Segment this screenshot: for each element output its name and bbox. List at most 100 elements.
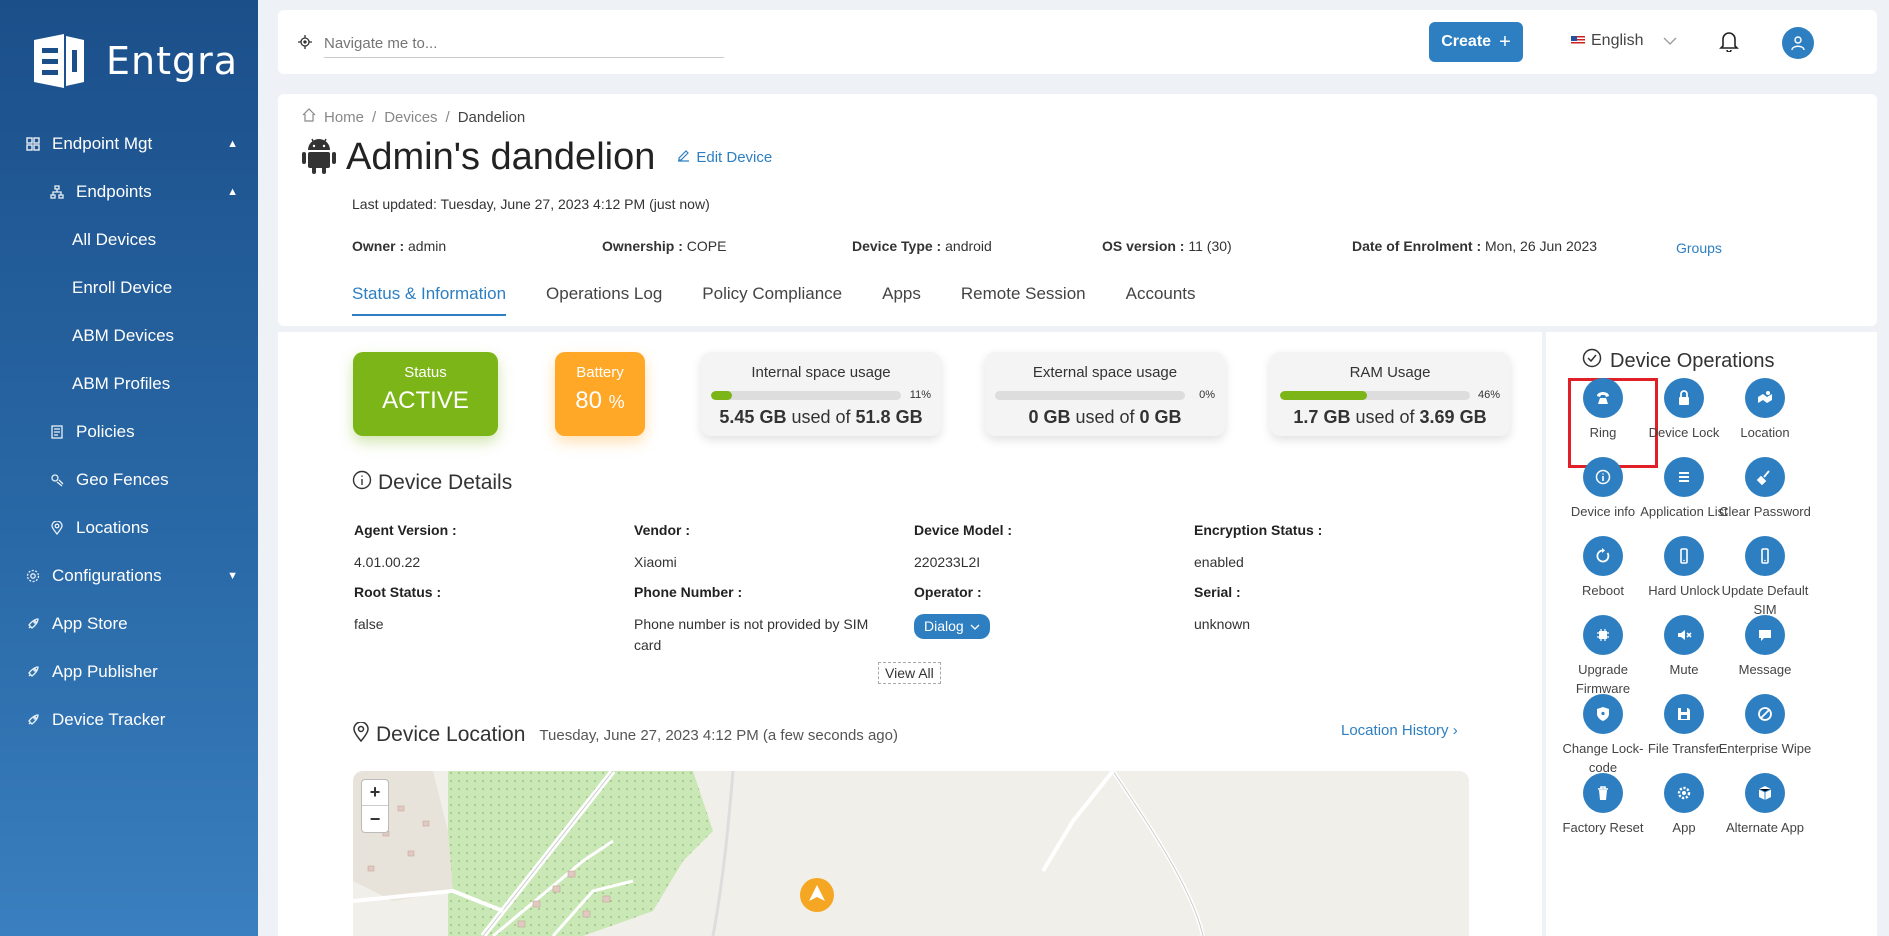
device-type-value: android — [945, 238, 992, 254]
edit-device-link[interactable]: Edit Device — [677, 149, 772, 166]
used-of-text: used of — [1355, 407, 1415, 427]
external-usage-card: External space usage 0% 0 GB used of 0 G… — [985, 352, 1225, 436]
gear-icon — [1664, 773, 1704, 813]
sidebar-item-endpoint-mgt[interactable]: Endpoint Mgt ▲ — [0, 120, 258, 168]
user-avatar-icon[interactable] — [1782, 27, 1814, 59]
sidebar-item-label: ABM Devices — [72, 326, 175, 345]
location-pin-icon — [48, 519, 66, 537]
edit-device-label: Edit Device — [696, 149, 773, 166]
list-icon — [1664, 457, 1704, 497]
view-all-button[interactable]: View All — [878, 662, 941, 684]
sidebar-item-configurations[interactable]: Configurations ▼ — [0, 552, 258, 600]
sidebar-nav: Endpoint Mgt ▲ Endpoints ▲ All Devices E… — [0, 120, 258, 744]
android-icon — [302, 136, 336, 179]
os-version-label: OS version : — [1102, 238, 1185, 254]
ram-usage-value: 1.7 GB used of 3.69 GB — [1270, 407, 1510, 428]
sidebar-item-locations[interactable]: Locations — [0, 504, 258, 552]
breadcrumb-devices[interactable]: Devices — [384, 109, 437, 126]
zoom-in-button[interactable]: + — [362, 780, 388, 806]
operator-select[interactable]: Dialog — [914, 614, 990, 639]
sidebar-item-all-devices[interactable]: All Devices — [0, 216, 258, 264]
external-usage-pct: 0% — [1199, 389, 1215, 401]
pencil-icon — [677, 149, 690, 166]
ownership-value: COPE — [686, 238, 727, 254]
external-usage-value: 0 GB used of 0 GB — [985, 407, 1225, 428]
page-title: Admin's dandelion — [346, 136, 656, 178]
groups-link[interactable]: Groups — [1676, 240, 1722, 256]
operation-alternate-app[interactable]: Alternate App — [1716, 773, 1814, 838]
sidebar-item-device-tracker[interactable]: Device Tracker — [0, 696, 258, 744]
operation-location[interactable]: Location — [1716, 378, 1814, 443]
sidebar-item-geo-fences[interactable]: Geo Fences — [0, 456, 258, 504]
tab-accounts[interactable]: Accounts — [1126, 284, 1196, 316]
encryption-status-label: Encryption Status — [1194, 522, 1314, 538]
sidebar-item-label: ABM Profiles — [72, 374, 171, 393]
mute-icon — [1664, 615, 1704, 655]
ownership-meta: Ownership : COPE — [602, 238, 726, 254]
operation-enterprise-wipe[interactable]: Enterprise Wipe — [1716, 694, 1814, 759]
operation-label: Message — [1738, 662, 1792, 677]
serial-label: Serial — [1194, 584, 1233, 600]
location-timestamp: Tuesday, June 27, 2023 4:12 PM (a few se… — [539, 726, 898, 744]
sidebar-item-app-publisher[interactable]: App Publisher — [0, 648, 258, 696]
bell-icon[interactable] — [1719, 30, 1739, 57]
create-button[interactable]: Create + — [1429, 22, 1523, 62]
operator-label: Operator — [914, 584, 974, 600]
device-details-label: Device Details — [378, 471, 513, 494]
battery-unit: % — [608, 392, 625, 412]
reboot-icon — [1583, 536, 1623, 576]
last-updated: Last updated: Tuesday, June 27, 2023 4:1… — [352, 196, 710, 212]
info-icon — [352, 470, 372, 496]
sidebar-item-app-store[interactable]: App Store — [0, 600, 258, 648]
device-model-value: 220233L2I — [914, 554, 981, 570]
language-select[interactable]: English — [1571, 32, 1677, 50]
navigate-input[interactable] — [324, 30, 724, 58]
internal-usage-card: Internal space usage 11% 5.45 GB used of… — [701, 352, 941, 436]
sidebar-item-endpoints[interactable]: Endpoints ▲ — [0, 168, 258, 216]
battery-label: Battery — [576, 364, 624, 381]
external-usage-bar — [995, 390, 1185, 400]
ram-total: 3.69 GB — [1419, 407, 1487, 427]
tab-operations-log[interactable]: Operations Log — [546, 284, 662, 316]
tab-apps[interactable]: Apps — [882, 284, 921, 316]
root-status-cell: Root Status : false — [354, 584, 614, 635]
shield-icon — [1583, 694, 1623, 734]
tab-remote-session[interactable]: Remote Session — [961, 284, 1086, 316]
operation-message[interactable]: Message — [1716, 615, 1814, 680]
agent-version-cell: Agent Version :4.01.00.22 — [354, 522, 614, 573]
zoom-out-button[interactable]: − — [362, 806, 388, 832]
used-of-text: used of — [1075, 407, 1135, 427]
status-label: Status — [404, 364, 447, 381]
sidebar-item-label: Configurations — [52, 566, 162, 585]
mobile-icon — [1664, 536, 1704, 576]
device-location-map[interactable]: + − — [353, 771, 1469, 936]
phone-number-cell: Phone Number : Phone number is not provid… — [634, 584, 894, 656]
operation-update-default-sim[interactable]: Update Default SIM — [1716, 536, 1814, 620]
breadcrumb-sep: / — [445, 108, 450, 126]
sidebar-item-policies[interactable]: Policies — [0, 408, 258, 456]
title-row: Admin's dandelion Edit Device — [302, 136, 772, 179]
device-model-cell: Device Model :220233L2I — [914, 522, 1174, 573]
breadcrumb-home[interactable]: Home — [324, 109, 364, 126]
owner-value: admin — [408, 238, 447, 254]
map-tiles — [353, 771, 1469, 936]
sidebar-item-abm-devices[interactable]: ABM Devices — [0, 312, 258, 360]
phone-number-label: Phone Number — [634, 584, 734, 600]
sidebar-item-enroll-device[interactable]: Enroll Device — [0, 264, 258, 312]
internal-usage-label: Internal space usage — [751, 364, 891, 381]
tabs: Status & Information Operations Log Poli… — [352, 284, 1196, 316]
sidebar-item-label: App Store — [52, 614, 128, 633]
location-history-link[interactable]: Location History › — [1341, 722, 1458, 739]
tab-policy-compliance[interactable]: Policy Compliance — [702, 284, 842, 316]
rocket-icon — [24, 615, 42, 633]
operation-clear-password[interactable]: Clear Password — [1716, 457, 1814, 522]
device-header: Home / Devices / Dandelion Admin's dande… — [278, 94, 1877, 326]
device-operations-panel: Device Operations Ring Device Lock Locatio… — [1546, 332, 1877, 936]
enrolment-meta: Date of Enrolment : Mon, 26 Jun 2023 — [1352, 238, 1597, 254]
internal-total: 51.8 GB — [855, 407, 923, 427]
sidebar-item-abm-profiles[interactable]: ABM Profiles — [0, 360, 258, 408]
box-icon — [1745, 773, 1785, 813]
tab-status-information[interactable]: Status & Information — [352, 284, 507, 316]
ownership-label: Ownership : — [602, 238, 683, 254]
sidebar-item-label: Endpoint Mgt — [52, 134, 153, 153]
